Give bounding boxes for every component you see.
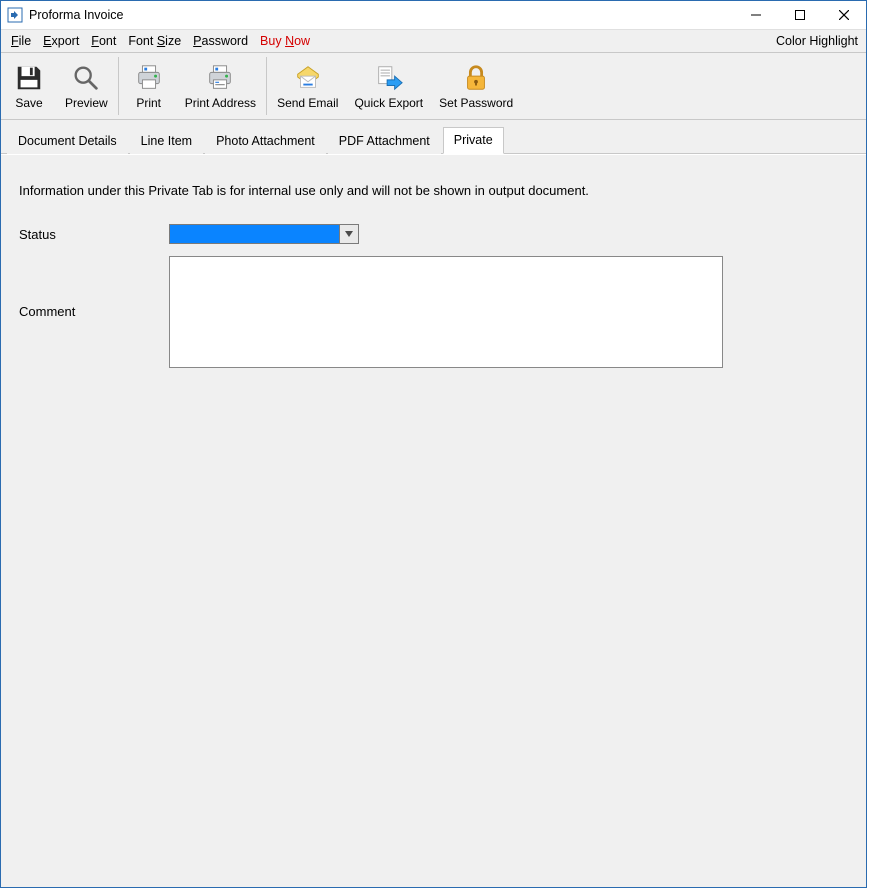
status-value — [170, 225, 339, 243]
app-icon — [7, 7, 23, 23]
print-address-button[interactable]: Print Address — [177, 55, 264, 117]
comment-label: Comment — [15, 256, 169, 319]
quick-export-button[interactable]: Quick Export — [346, 55, 431, 117]
menu-bar: File Export Font Font Size Password Buy … — [1, 30, 866, 53]
private-info-text: Information under this Private Tab is fo… — [19, 183, 852, 198]
status-select[interactable] — [169, 224, 359, 244]
window-title: Proforma Invoice — [29, 8, 123, 22]
save-button[interactable]: Save — [1, 55, 57, 117]
tab-strip: Document Details Line Item Photo Attachm… — [1, 120, 866, 154]
print-button[interactable]: Print — [121, 55, 177, 117]
printer-address-icon — [204, 62, 236, 94]
dropdown-button[interactable] — [339, 225, 358, 243]
menu-font-size[interactable]: Font Size — [122, 32, 187, 50]
set-password-button[interactable]: Set Password — [431, 55, 521, 117]
tab-document-details[interactable]: Document Details — [7, 128, 128, 154]
tab-content-private: Information under this Private Tab is fo… — [1, 154, 866, 887]
email-icon — [292, 62, 324, 94]
quick-export-label: Quick Export — [354, 96, 423, 110]
set-password-label: Set Password — [439, 96, 513, 110]
window-maximize-button[interactable] — [778, 1, 822, 29]
comment-row: Comment — [15, 256, 852, 368]
tab-private[interactable]: Private — [443, 127, 504, 154]
preview-button[interactable]: Preview — [57, 55, 116, 117]
toolbar: Save Preview — [1, 53, 866, 120]
chevron-down-icon — [345, 231, 353, 237]
menu-buy-now[interactable]: Buy Now — [254, 32, 316, 50]
print-label: Print — [136, 96, 161, 110]
tab-photo-attachment[interactable]: Photo Attachment — [205, 128, 326, 154]
save-icon — [13, 62, 45, 94]
export-icon — [373, 62, 405, 94]
tab-pdf-attachment[interactable]: PDF Attachment — [328, 128, 441, 154]
menu-color-highlight[interactable]: Color Highlight — [772, 32, 862, 50]
print-address-label: Print Address — [185, 96, 256, 110]
menu-file[interactable]: File — [5, 32, 37, 50]
printer-icon — [133, 62, 165, 94]
menu-font[interactable]: Font — [85, 32, 122, 50]
window-close-button[interactable] — [822, 1, 866, 29]
comment-textarea[interactable] — [169, 256, 723, 368]
window-minimize-button[interactable] — [734, 1, 778, 29]
save-label: Save — [15, 96, 42, 110]
tab-line-item[interactable]: Line Item — [130, 128, 203, 154]
send-email-label: Send Email — [277, 96, 338, 110]
title-bar: Proforma Invoice — [1, 1, 866, 30]
status-label: Status — [15, 227, 169, 242]
preview-label: Preview — [65, 96, 108, 110]
menu-export[interactable]: Export — [37, 32, 85, 50]
lock-icon — [460, 62, 492, 94]
magnifier-icon — [70, 62, 102, 94]
status-row: Status — [15, 224, 852, 244]
app-window: Proforma Invoice File Export Font Font S… — [0, 0, 867, 888]
send-email-button[interactable]: Send Email — [269, 55, 346, 117]
menu-password[interactable]: Password — [187, 32, 254, 50]
